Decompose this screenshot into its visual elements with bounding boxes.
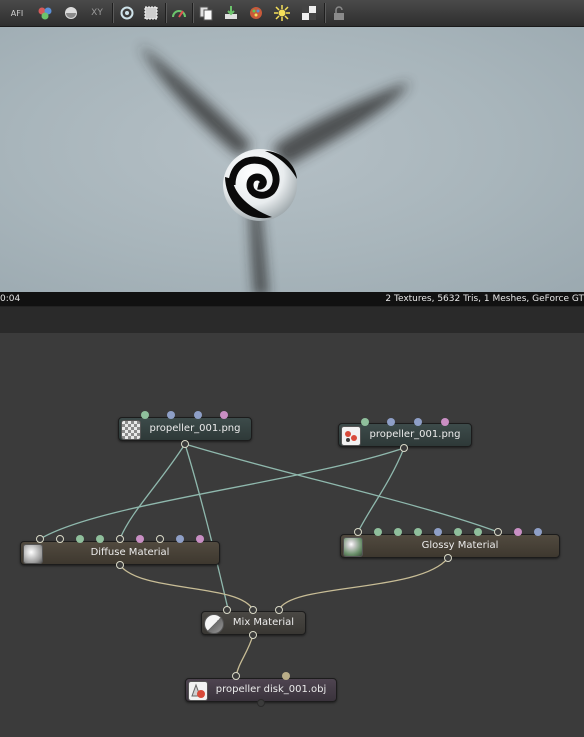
- panel-divider[interactable]: [0, 306, 584, 334]
- input-pin[interactable]: [176, 535, 184, 543]
- copy-icon[interactable]: [197, 4, 215, 22]
- wire-tex1-mix: [184, 443, 229, 610]
- input-pin[interactable]: [167, 411, 175, 419]
- color-balls-icon[interactable]: [36, 4, 54, 22]
- input-pin[interactable]: [36, 535, 44, 543]
- node-graph-editor[interactable]: propeller_001.png propeller_001.png Diff…: [0, 333, 584, 737]
- status-bar: 0:04 2 Textures, 5632 Tris, 1 Meshes, Ge…: [0, 292, 584, 306]
- input-pin[interactable]: [194, 411, 202, 419]
- input-pin[interactable]: [514, 528, 522, 536]
- input-pin[interactable]: [275, 606, 283, 614]
- output-pin[interactable]: [400, 444, 408, 452]
- node-label: Diffuse Material: [90, 547, 170, 558]
- glossy-sphere-icon: [343, 537, 363, 557]
- light-burst-icon[interactable]: [273, 4, 291, 22]
- node-label: propeller disk_001.obj: [215, 684, 327, 695]
- node-label: propeller_001.png: [149, 423, 241, 434]
- wire-tex2-glossy: [357, 447, 405, 533]
- diffuse-sphere-icon: [23, 544, 43, 564]
- node-label: propeller_001.png: [369, 429, 461, 440]
- scene-info: 2 Textures, 5632 Tris, 1 Meshes, GeForce…: [385, 294, 584, 304]
- input-pin[interactable]: [534, 528, 542, 536]
- palette-icon[interactable]: [247, 4, 265, 22]
- afi-icon[interactable]: AFI: [8, 4, 26, 22]
- checker-texture-icon: [121, 420, 141, 440]
- input-pin[interactable]: [196, 535, 204, 543]
- input-pin[interactable]: [141, 411, 149, 419]
- lock-icon[interactable]: [330, 4, 348, 22]
- wire-glossy-mix: [278, 557, 449, 611]
- input-pin[interactable]: [434, 528, 442, 536]
- input-pin[interactable]: [354, 528, 362, 536]
- input-pin[interactable]: [282, 672, 290, 680]
- node-label: Mix Material: [232, 617, 295, 628]
- import-icon[interactable]: [222, 4, 240, 22]
- input-pin[interactable]: [374, 528, 382, 536]
- output-pin[interactable]: [181, 440, 189, 448]
- input-pin[interactable]: [156, 535, 164, 543]
- region-select-icon[interactable]: [142, 4, 160, 22]
- texture-node-1[interactable]: propeller_001.png: [118, 417, 252, 441]
- input-pin[interactable]: [414, 528, 422, 536]
- input-pin[interactable]: [223, 606, 231, 614]
- toolbar: AFI XY: [0, 0, 584, 27]
- input-pin[interactable]: [56, 535, 64, 543]
- output-pin[interactable]: [257, 699, 265, 707]
- input-pin[interactable]: [232, 672, 240, 680]
- input-pin[interactable]: [116, 535, 124, 543]
- wire-diffuse-mix: [119, 564, 254, 611]
- input-pin[interactable]: [220, 411, 228, 419]
- input-pin[interactable]: [136, 535, 144, 543]
- wire-tex1-diffuse-a: [119, 443, 186, 540]
- checker-icon[interactable]: [300, 4, 318, 22]
- image-texture-icon: [341, 426, 361, 446]
- speedometer-icon[interactable]: [170, 4, 188, 22]
- input-pin[interactable]: [441, 418, 449, 426]
- mesh-cone-icon: [188, 681, 208, 701]
- input-pin[interactable]: [414, 418, 422, 426]
- input-pin[interactable]: [394, 528, 402, 536]
- input-pin[interactable]: [494, 528, 502, 536]
- node-label: Glossy Material: [421, 540, 499, 551]
- output-pin[interactable]: [116, 561, 124, 569]
- output-pin[interactable]: [249, 631, 257, 639]
- output-pin[interactable]: [444, 554, 452, 562]
- render-time: 0:04: [0, 294, 21, 304]
- input-pin[interactable]: [249, 606, 257, 614]
- render-viewport[interactable]: [0, 27, 584, 292]
- input-pin[interactable]: [96, 535, 104, 543]
- xy-transform-icon[interactable]: XY: [88, 4, 106, 22]
- mix-sphere-icon: [204, 614, 224, 634]
- propeller-render: [140, 45, 410, 292]
- input-pin[interactable]: [76, 535, 84, 543]
- rotate-sphere-icon[interactable]: [62, 4, 80, 22]
- input-pin[interactable]: [474, 528, 482, 536]
- input-pin[interactable]: [361, 418, 369, 426]
- input-pin[interactable]: [454, 528, 462, 536]
- wire-tex2-diffuse: [39, 447, 405, 540]
- input-pin[interactable]: [387, 418, 395, 426]
- wire-mix-mesh: [235, 634, 254, 678]
- refresh-camera-icon[interactable]: [118, 4, 136, 22]
